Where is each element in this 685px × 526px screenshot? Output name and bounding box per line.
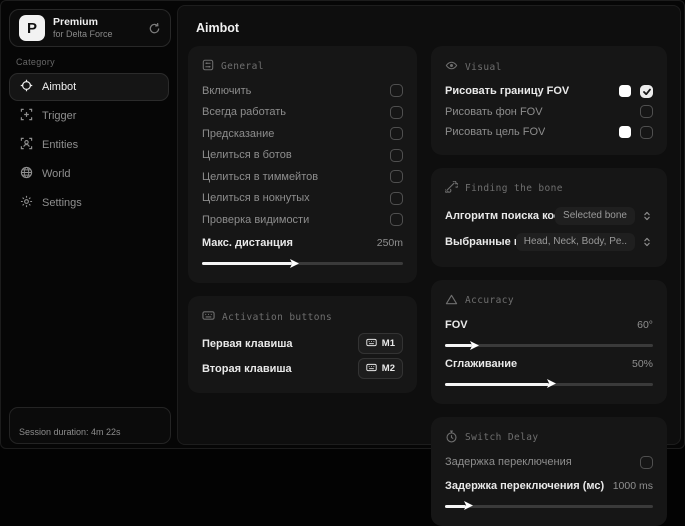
selected-bones-select[interactable]: Head, Neck, Body, Pe.. xyxy=(516,233,635,251)
panel-title: Activation buttons xyxy=(222,312,332,323)
checkbox-draw-fov-background[interactable] xyxy=(640,105,653,118)
panel-activation-buttons: Activation buttons Первая клавиша M1 Вто… xyxy=(188,296,417,393)
checkbox-draw-fov-border[interactable] xyxy=(640,85,653,98)
eye-icon xyxy=(445,59,458,75)
panel-finding-bone: Finding the bone Алгоритм поиска кост Se… xyxy=(431,168,667,267)
keyboard-icon xyxy=(366,362,377,376)
toggle-label: Предсказание xyxy=(202,128,274,140)
slider-value: 50% xyxy=(632,358,653,370)
slider-thumb[interactable] xyxy=(464,501,473,513)
checkbox-visibility-check[interactable] xyxy=(390,213,403,226)
sidebar: P Premium for Delta Force Category Aimbo… xyxy=(1,1,177,450)
checkbox-target-teammates[interactable] xyxy=(390,170,403,183)
select-label: Алгоритм поиска кост xyxy=(445,210,555,222)
panel-general: General Включить Всегда работать Предска… xyxy=(188,46,417,283)
triangle-icon xyxy=(445,293,458,309)
chevron-up-down-icon[interactable] xyxy=(641,236,653,248)
app-window: P Premium for Delta Force Category Aimbo… xyxy=(0,0,685,449)
sidebar-item-entities[interactable]: Entities xyxy=(9,131,169,159)
sidebar-item-label: Settings xyxy=(42,197,82,209)
person-scan-icon xyxy=(20,137,33,153)
sidebar-item-label: Trigger xyxy=(42,110,76,122)
color-swatch[interactable] xyxy=(619,85,631,97)
switch-delay-slider[interactable] xyxy=(445,505,653,508)
panel-title: Switch Delay xyxy=(465,432,538,443)
panel-title: Visual xyxy=(465,62,502,73)
slider-thumb[interactable] xyxy=(547,379,556,391)
slider-label: Сглаживание xyxy=(445,358,517,370)
checkbox-target-knocked[interactable] xyxy=(390,192,403,205)
sidebar-item-aimbot[interactable]: Aimbot xyxy=(9,73,169,101)
sidebar-item-label: World xyxy=(42,168,71,180)
stopwatch-icon xyxy=(445,430,458,446)
toggle-label: Целиться в ботов xyxy=(202,149,292,161)
panel-visual: Visual Рисовать границу FOV Рисовать фон… xyxy=(431,46,667,155)
sidebar-item-world[interactable]: World xyxy=(9,160,169,188)
category-label: Category xyxy=(16,57,177,67)
visual-row-label: Рисовать границу FOV xyxy=(445,85,569,97)
slider-value: 60° xyxy=(637,319,653,331)
toggle-label: Целиться в нокнутых xyxy=(202,192,310,204)
checkbox-prediction[interactable] xyxy=(390,127,403,140)
keybind-button-primary[interactable]: M1 xyxy=(358,333,403,354)
bone-icon xyxy=(445,181,458,197)
bone-algorithm-select[interactable]: Selected bone xyxy=(555,207,635,225)
globe-icon xyxy=(20,166,33,182)
sliders-icon xyxy=(202,59,214,74)
slider-label: Макс. дистанция xyxy=(202,237,293,249)
keyboard-icon xyxy=(202,309,215,325)
visual-row-label: Рисовать фон FOV xyxy=(445,106,543,118)
main-content: Aimbot General Включить Всегда работать … xyxy=(177,5,681,445)
keyboard-icon xyxy=(366,337,377,351)
checkbox-draw-fov-target[interactable] xyxy=(640,126,653,139)
checkbox-always-work[interactable] xyxy=(390,106,403,119)
keybind-label: Первая клавиша xyxy=(202,338,293,350)
toggle-label: Задержка переключения xyxy=(445,456,572,468)
app-logo: P xyxy=(19,15,45,41)
sidebar-item-settings[interactable]: Settings xyxy=(9,189,169,217)
session-duration: Session duration: 4m 22s xyxy=(19,427,121,437)
toggle-label: Всегда работать xyxy=(202,106,286,118)
keybind-button-secondary[interactable]: M2 xyxy=(358,358,403,379)
toggle-label: Проверка видимости xyxy=(202,214,309,226)
slider-value: 1000 ms xyxy=(613,480,653,492)
crosshair-icon xyxy=(20,79,33,95)
trigger-icon xyxy=(20,108,33,124)
fov-slider[interactable] xyxy=(445,344,653,347)
premium-card: P Premium for Delta Force xyxy=(9,9,171,47)
checkbox-enable[interactable] xyxy=(390,84,403,97)
color-swatch[interactable] xyxy=(619,126,631,138)
sidebar-item-label: Entities xyxy=(42,139,78,151)
toggle-label: Целиться в тиммейтов xyxy=(202,171,318,183)
toggle-label: Включить xyxy=(202,85,251,97)
slider-label: Задержка переключения (мс) xyxy=(445,480,604,492)
select-label: Выбранные кос xyxy=(445,236,516,248)
sidebar-nav: Aimbot Trigger Entities World Settings xyxy=(1,73,177,218)
max-distance-slider[interactable] xyxy=(202,262,403,265)
checkbox-target-bots[interactable] xyxy=(390,149,403,162)
panel-title: General xyxy=(221,61,264,72)
slider-thumb[interactable] xyxy=(470,341,479,353)
app-title: Premium xyxy=(53,16,140,29)
sidebar-item-label: Aimbot xyxy=(42,81,76,93)
sidebar-item-trigger[interactable]: Trigger xyxy=(9,102,169,130)
visual-row-label: Рисовать цель FOV xyxy=(445,126,545,138)
slider-label: FOV xyxy=(445,319,468,331)
refresh-icon[interactable] xyxy=(148,22,161,35)
gear-icon xyxy=(20,195,33,211)
chevron-up-down-icon[interactable] xyxy=(641,210,653,222)
page-title: Aimbot xyxy=(196,21,239,35)
panel-accuracy: Accuracy FOV 60° Сглаживание 50% xyxy=(431,280,667,404)
panel-switch-delay: Switch Delay Задержка переключения Задер… xyxy=(431,417,667,526)
app-subtitle: for Delta Force xyxy=(53,29,140,40)
panel-title: Accuracy xyxy=(465,295,514,306)
keybind-label: Вторая клавиша xyxy=(202,363,292,375)
smoothing-slider[interactable] xyxy=(445,383,653,386)
slider-value: 250m xyxy=(377,237,403,249)
checkbox-switch-delay[interactable] xyxy=(640,456,653,469)
panel-title: Finding the bone xyxy=(465,183,563,194)
slider-thumb[interactable] xyxy=(290,259,299,271)
session-card: Session duration: 4m 22s xyxy=(9,407,171,444)
